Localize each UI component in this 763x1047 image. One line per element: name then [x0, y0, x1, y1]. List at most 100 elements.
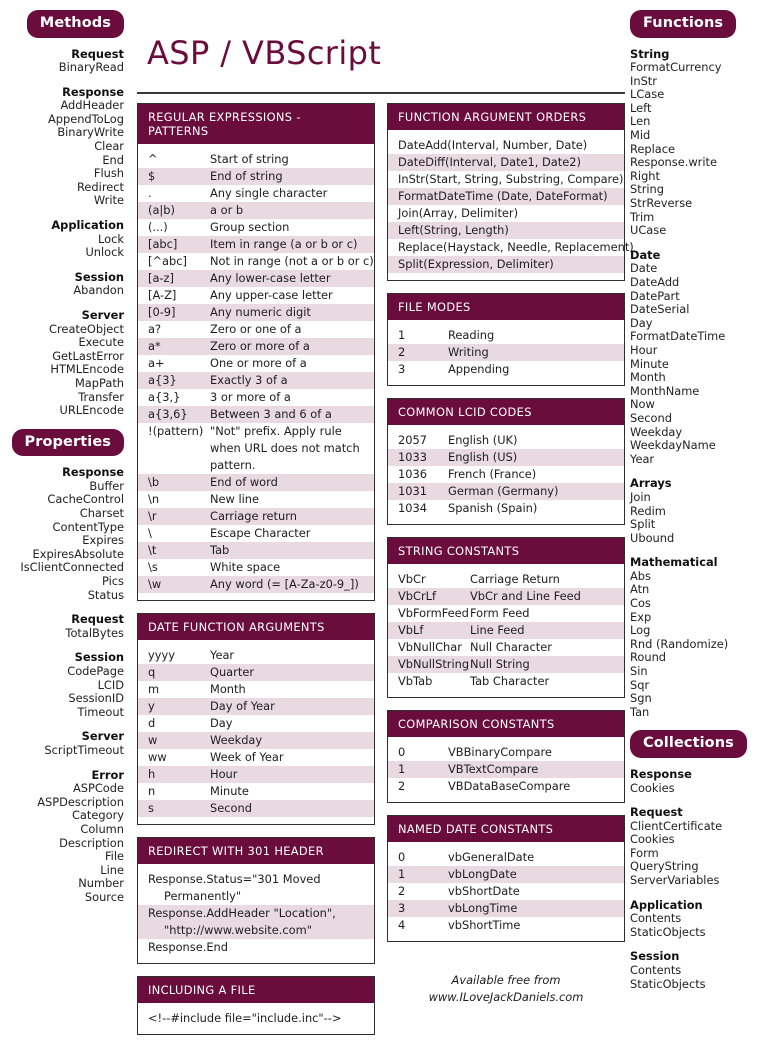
row-key: a* — [148, 339, 161, 353]
sidebar-item[interactable]: AddHeader — [0, 99, 124, 113]
sidebar-item[interactable]: Atn — [630, 583, 763, 597]
sidebar-item[interactable]: String — [630, 183, 763, 197]
sidebar-item[interactable]: Minute — [630, 357, 763, 372]
sidebar-item[interactable]: Contents — [630, 912, 763, 926]
sidebar-item[interactable]: Right — [630, 169, 763, 184]
sidebar-item[interactable]: ASPDescription — [0, 795, 124, 810]
sidebar-item[interactable]: Form — [630, 846, 763, 861]
sidebar-item[interactable]: CodePage — [0, 664, 124, 679]
sidebar-item[interactable]: Lock — [0, 232, 124, 247]
sidebar-item[interactable]: Join — [630, 490, 763, 505]
sidebar-item[interactable]: Date — [630, 262, 763, 276]
sidebar-item[interactable]: Tan — [630, 705, 763, 720]
sidebar-item[interactable]: Round — [630, 651, 763, 665]
sidebar-item[interactable]: BinaryWrite — [0, 126, 124, 140]
sidebar-item[interactable]: Charset — [0, 506, 124, 521]
sidebar-item[interactable]: HTMLEncode — [0, 363, 124, 377]
sidebar-item[interactable]: StaticObjects — [630, 977, 763, 992]
sidebar-item[interactable]: Abandon — [0, 284, 124, 298]
sidebar-item[interactable]: Timeout — [0, 705, 124, 720]
sidebar-item[interactable]: MapPath — [0, 376, 124, 391]
sidebar-item[interactable]: StaticObjects — [630, 925, 763, 940]
sidebar-item[interactable]: SessionID — [0, 692, 124, 706]
row-value: Any upper-case letter — [210, 288, 333, 302]
sidebar-item[interactable]: Description — [0, 836, 124, 851]
sidebar-item[interactable]: Mid — [630, 128, 763, 143]
panel-named-date-constants-title: NAMED DATE CONSTANTS — [388, 816, 624, 842]
sidebar-item[interactable]: LCase — [630, 88, 763, 102]
sidebar-item[interactable]: Split — [630, 517, 763, 532]
sidebar-item[interactable]: Unlock — [0, 246, 124, 260]
sidebar-item[interactable]: File — [0, 849, 124, 864]
sidebar-item[interactable]: Redim — [630, 504, 763, 519]
sidebar-item[interactable]: Abs — [630, 569, 763, 584]
sidebar-item[interactable]: Execute — [0, 336, 124, 350]
sidebar-item[interactable]: Status — [0, 588, 124, 603]
sidebar-item[interactable]: Left — [630, 101, 763, 116]
sidebar-item[interactable]: ScriptTimeout — [0, 743, 124, 758]
sidebar-item[interactable]: FormatCurrency — [630, 60, 763, 75]
sidebar-item[interactable]: InStr — [630, 74, 763, 89]
sidebar-item[interactable]: WeekdayName — [630, 439, 763, 453]
sidebar-item[interactable]: Hour — [630, 343, 763, 358]
sidebar-item[interactable]: Response.write — [630, 156, 763, 170]
sidebar-item[interactable]: Flush — [0, 167, 124, 181]
sidebar-item[interactable]: GetLastError — [0, 349, 124, 364]
sidebar-item[interactable]: Ubound — [630, 531, 763, 546]
sidebar-item[interactable]: AppendToLog — [0, 112, 124, 127]
sidebar-item[interactable]: IsClientConnected — [0, 561, 124, 575]
sidebar-item[interactable]: Contents — [630, 963, 763, 978]
sidebar-item[interactable]: Trim — [630, 210, 763, 225]
sidebar-item[interactable]: Source — [0, 890, 124, 905]
sidebar-item[interactable]: ClientCertificate — [630, 819, 763, 834]
sidebar-item[interactable]: Clear — [0, 139, 124, 154]
sidebar-item[interactable]: StrReverse — [630, 196, 763, 211]
sidebar-item[interactable]: Rnd (Randomize) — [630, 637, 763, 652]
sidebar-item[interactable]: BinaryRead — [0, 60, 124, 75]
sidebar-item[interactable]: LCID — [0, 678, 124, 693]
sidebar-item[interactable]: Buffer — [0, 479, 124, 494]
sidebar-item[interactable]: Weekday — [630, 425, 763, 440]
sidebar-item[interactable]: Sin — [630, 664, 763, 679]
sidebar-item[interactable]: QueryString — [630, 860, 763, 874]
table-row: \s White space — [138, 559, 374, 576]
sidebar-item[interactable]: Write — [0, 194, 124, 208]
sidebar-item[interactable]: CacheControl — [0, 493, 124, 507]
sidebar-item[interactable]: Category — [0, 809, 124, 823]
sidebar-item[interactable]: Redirect — [0, 180, 124, 195]
sidebar-item[interactable]: Second — [630, 411, 763, 426]
sidebar-item[interactable]: DateAdd — [630, 275, 763, 290]
sidebar-item[interactable]: Day — [630, 316, 763, 331]
sidebar-item[interactable]: Log — [630, 624, 763, 638]
sidebar-item[interactable]: Line — [0, 863, 124, 878]
sidebar-item[interactable]: TotalBytes — [0, 626, 124, 641]
sidebar-item[interactable]: Now — [630, 398, 763, 412]
sidebar-item[interactable]: ContentType — [0, 520, 124, 535]
sidebar-item[interactable]: ExpiresAbsolute — [0, 547, 125, 562]
sidebar-item[interactable]: Replace — [630, 142, 763, 157]
sidebar-item[interactable]: Len — [630, 115, 763, 129]
sidebar-item[interactable]: Number — [0, 877, 124, 891]
sidebar-item[interactable]: DateSerial — [630, 303, 763, 317]
sidebar-item[interactable]: FormatDateTime — [630, 330, 763, 344]
sidebar-item[interactable]: UCase — [630, 224, 763, 238]
sidebar-item[interactable]: Month — [630, 371, 763, 385]
sidebar-item[interactable]: MonthName — [630, 384, 763, 399]
sidebar-item[interactable]: Transfer — [0, 390, 124, 405]
sidebar-item[interactable]: End — [0, 153, 124, 168]
sidebar-item[interactable]: DatePart — [630, 289, 763, 304]
sidebar-item[interactable]: Cookies — [630, 833, 763, 847]
sidebar-item[interactable]: Year — [630, 452, 763, 467]
sidebar-item[interactable]: ServerVariables — [630, 873, 763, 888]
sidebar-item[interactable]: Cos — [630, 596, 763, 611]
sidebar-item[interactable]: Expires — [0, 534, 124, 548]
sidebar-item[interactable]: CreateObject — [0, 322, 124, 337]
sidebar-item[interactable]: Exp — [630, 610, 763, 625]
sidebar-item[interactable]: Pics — [0, 574, 124, 589]
sidebar-item[interactable]: URLEncode — [0, 404, 124, 418]
sidebar-item[interactable]: Column — [0, 822, 124, 837]
sidebar-item[interactable]: Sqr — [630, 678, 763, 693]
sidebar-item[interactable]: Sgn — [630, 692, 763, 706]
sidebar-item[interactable]: Cookies — [630, 781, 763, 796]
sidebar-item[interactable]: ASPCode — [0, 782, 124, 796]
